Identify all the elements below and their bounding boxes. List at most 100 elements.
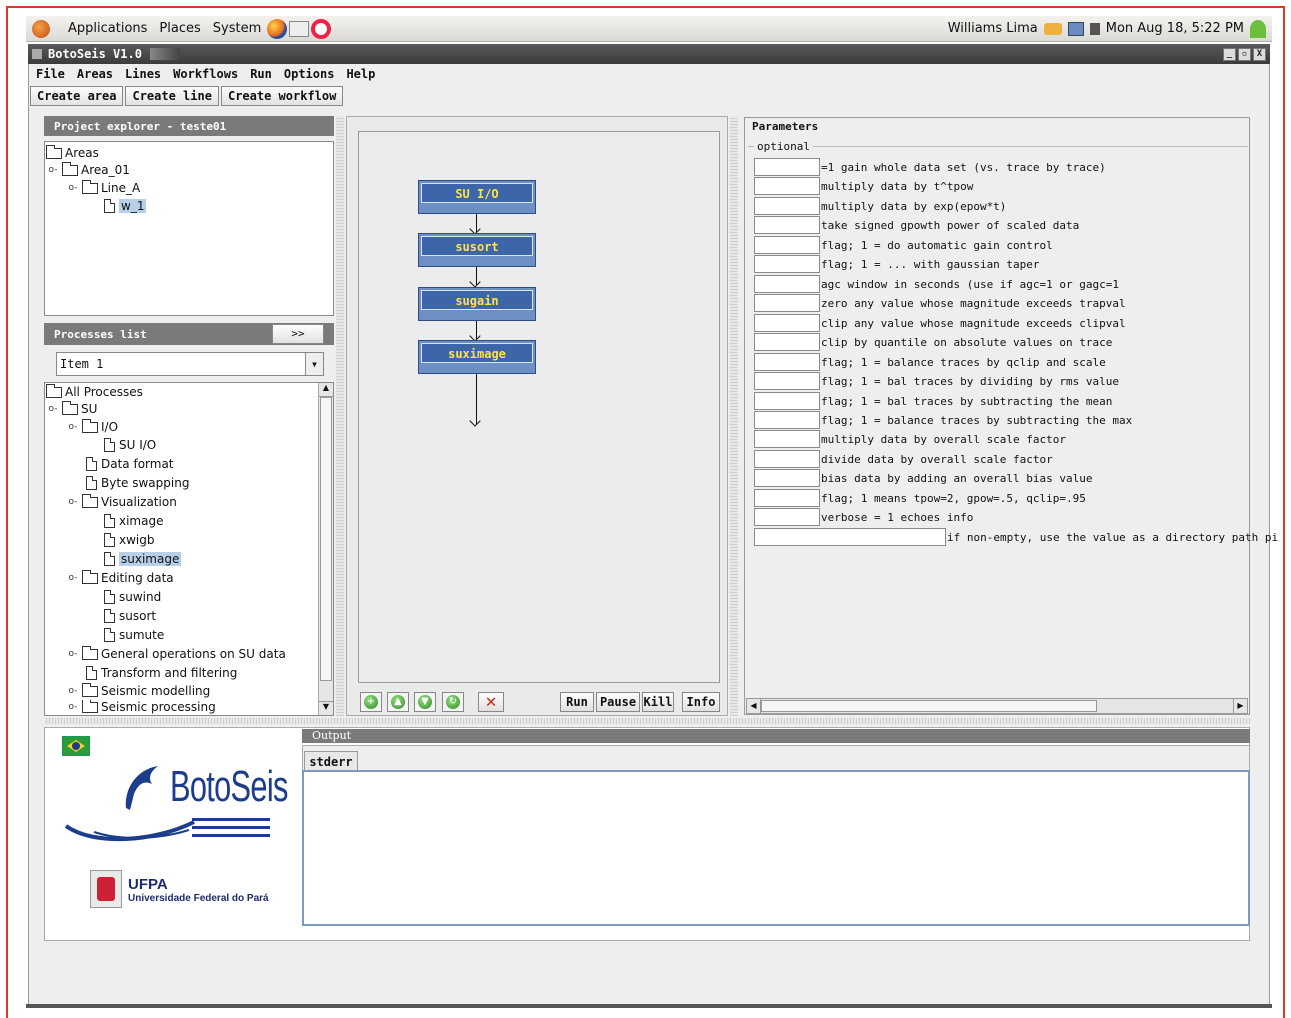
monitor-icon[interactable] (1067, 21, 1084, 36)
param-input[interactable] (754, 528, 946, 546)
scroll-left-icon[interactable]: ◀ (747, 699, 761, 713)
tree-item-editing-data[interactable]: o- Editing data (68, 569, 174, 587)
scroll-up-icon[interactable]: ▲ (319, 383, 333, 397)
scroll-thumb[interactable] (320, 397, 332, 681)
workflow-box-su-io[interactable]: SU I/O (418, 180, 536, 214)
scroll-down-icon[interactable]: ▼ (319, 701, 333, 715)
tree-item-general-operations[interactable]: o- General operations on SU data (68, 645, 286, 663)
tree-item-xwigb[interactable]: xwigb (104, 531, 154, 549)
add-process-icon[interactable]: + (360, 692, 382, 712)
tree-item-visualization[interactable]: o- Visualization (68, 493, 177, 511)
menu-system[interactable]: System (213, 21, 261, 36)
expander-icon[interactable]: o- (48, 404, 58, 414)
menu-applications[interactable]: Applications (68, 21, 147, 36)
param-input[interactable] (754, 177, 820, 195)
tree-item-byte-swapping[interactable]: Byte swapping (86, 474, 189, 492)
gnome-foot-icon[interactable] (32, 19, 50, 38)
expander-icon[interactable]: o- (68, 183, 78, 193)
help-icon[interactable] (311, 18, 332, 39)
expander-icon[interactable]: o- (48, 165, 58, 175)
param-input[interactable] (754, 489, 820, 507)
param-input[interactable] (754, 411, 820, 429)
param-input[interactable] (754, 314, 820, 332)
workflow-box-susort[interactable]: susort (418, 233, 536, 267)
kill-button[interactable]: Kill (642, 692, 674, 712)
tree-item-io[interactable]: o- I/O (68, 418, 118, 436)
volume-icon[interactable] (1089, 22, 1100, 35)
menu-lines[interactable]: Lines (125, 67, 161, 81)
close-button[interactable]: X (1253, 47, 1266, 61)
param-input[interactable] (754, 333, 820, 351)
param-input[interactable] (754, 469, 820, 487)
tree-item-ximage[interactable]: ximage (104, 512, 163, 530)
param-input[interactable] (754, 197, 820, 215)
tree-item-transform-filtering[interactable]: Transform and filtering (86, 664, 237, 682)
tree-item-seismic-processing[interactable]: o- Seismic processing (68, 700, 216, 714)
param-input[interactable] (754, 353, 820, 371)
mail-icon[interactable] (289, 20, 310, 37)
tree-item-su-io[interactable]: SU I/O (104, 436, 156, 454)
tree-item-areas[interactable]: Areas (46, 144, 99, 162)
minimize-button[interactable]: _ (1223, 47, 1236, 61)
tree-item-data-format[interactable]: Data format (86, 455, 174, 473)
accessibility-icon[interactable] (1250, 19, 1266, 38)
param-input[interactable] (754, 508, 820, 526)
create-line-button[interactable]: Create line (125, 86, 219, 106)
move-down-icon[interactable]: ▼ (414, 692, 436, 712)
tree-item-seismic-modelling[interactable]: o- Seismic modelling (68, 682, 210, 700)
maximize-button[interactable]: ▫ (1238, 47, 1251, 61)
stderr-textarea[interactable] (302, 770, 1250, 926)
param-input[interactable] (754, 294, 820, 312)
tree-item-line-a[interactable]: o- Line_A (68, 179, 140, 197)
menu-run[interactable]: Run (250, 67, 272, 81)
scroll-right-icon[interactable]: ▶ (1233, 699, 1247, 713)
expander-icon[interactable]: o- (68, 422, 78, 432)
right-splitter[interactable] (730, 116, 738, 716)
firefox-icon[interactable] (267, 18, 288, 39)
tree-item-all-processes[interactable]: All Processes (46, 383, 143, 401)
param-input[interactable] (754, 236, 820, 254)
processes-combo[interactable]: Item 1 ▾ (56, 352, 324, 376)
param-input[interactable] (754, 450, 820, 468)
window-titlebar[interactable]: BotoSeis V1.0 _ ▫ X (28, 44, 1270, 64)
reload-icon[interactable]: ↻ (442, 692, 464, 712)
expand-processes-button[interactable]: >> (272, 324, 324, 344)
param-input[interactable] (754, 158, 820, 176)
menu-places[interactable]: Places (159, 21, 200, 36)
expander-icon[interactable]: o- (68, 686, 78, 696)
expander-icon[interactable]: o- (68, 497, 78, 507)
parameters-hscrollbar[interactable]: ◀ ▶ (746, 698, 1248, 714)
tree-item-susort[interactable]: susort (104, 607, 156, 625)
network-icon[interactable] (1043, 22, 1062, 35)
create-area-button[interactable]: Create area (30, 86, 124, 106)
horizontal-splitter[interactable] (44, 718, 1250, 724)
pause-button[interactable]: Pause (596, 692, 640, 712)
chevron-down-icon[interactable]: ▾ (305, 353, 323, 375)
workflow-box-sugain[interactable]: sugain (418, 287, 536, 321)
run-button[interactable]: Run (560, 692, 594, 712)
param-input[interactable] (754, 216, 820, 234)
scroll-thumb[interactable] (761, 700, 1097, 712)
menu-workflows[interactable]: Workflows (173, 67, 238, 81)
workflow-canvas[interactable] (358, 131, 720, 683)
param-input[interactable] (754, 255, 820, 273)
tree-item-sumute[interactable]: sumute (104, 626, 164, 644)
param-input[interactable] (754, 372, 820, 390)
delete-icon[interactable]: ✕ (478, 692, 504, 712)
tree-item-w1[interactable]: w_1 (104, 197, 147, 215)
move-up-icon[interactable]: ▲ (387, 692, 409, 712)
menu-options[interactable]: Options (284, 67, 335, 81)
tree-item-su[interactable]: o- SU (48, 400, 97, 418)
expander-icon[interactable]: o- (68, 702, 78, 712)
menu-help[interactable]: Help (346, 67, 375, 81)
brazil-flag-icon[interactable] (62, 736, 90, 756)
tree-item-area01[interactable]: o- Area_01 (48, 161, 130, 179)
tree-item-suximage[interactable]: suximage (104, 550, 182, 568)
create-workflow-button[interactable]: Create workflow (220, 86, 344, 106)
param-input[interactable] (754, 275, 820, 293)
param-input[interactable] (754, 392, 820, 410)
user-name[interactable]: Williams Lima (948, 21, 1038, 36)
workflow-box-suximage[interactable]: suximage (418, 340, 536, 374)
info-button[interactable]: Info (682, 692, 720, 712)
processes-scrollbar[interactable]: ▲ ▼ (318, 383, 333, 715)
